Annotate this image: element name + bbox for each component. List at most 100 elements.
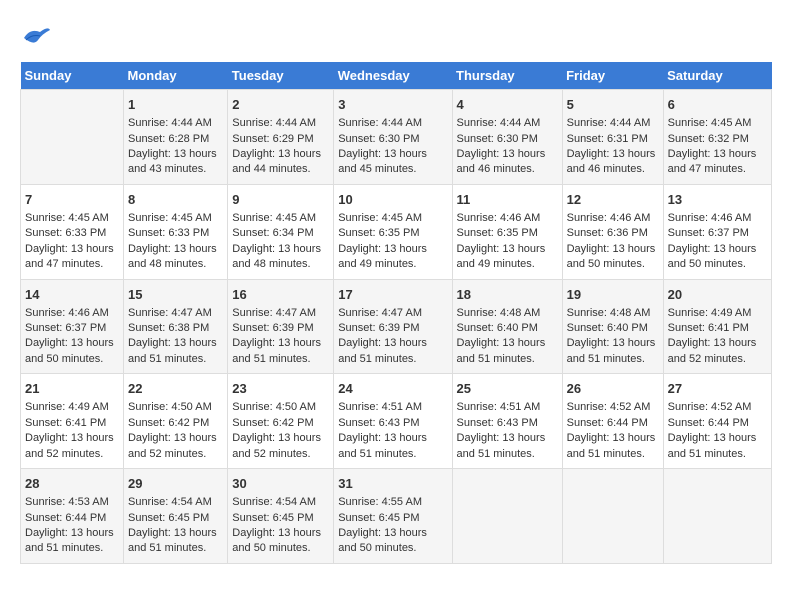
sunrise-text: Sunrise: 4:52 AM — [567, 400, 659, 415]
sunrise-text: Sunrise: 4:47 AM — [338, 306, 447, 321]
calendar-cell: 10Sunrise: 4:45 AMSunset: 6:35 PMDayligh… — [334, 184, 452, 279]
daylight-text: Daylight: 13 hours and 50 minutes. — [232, 526, 329, 557]
sunset-text: Sunset: 6:44 PM — [567, 416, 659, 431]
calendar-cell: 4Sunrise: 4:44 AMSunset: 6:30 PMDaylight… — [452, 90, 562, 185]
day-number: 3 — [338, 96, 447, 114]
daylight-text: Daylight: 13 hours and 51 minutes. — [338, 431, 447, 462]
calendar-cell: 19Sunrise: 4:48 AMSunset: 6:40 PMDayligh… — [562, 279, 663, 374]
calendar-week-0: 1Sunrise: 4:44 AMSunset: 6:28 PMDaylight… — [21, 90, 772, 185]
sunset-text: Sunset: 6:30 PM — [457, 132, 558, 147]
logo — [20, 20, 56, 52]
calendar-cell: 31Sunrise: 4:55 AMSunset: 6:45 PMDayligh… — [334, 469, 452, 564]
daylight-text: Daylight: 13 hours and 50 minutes. — [668, 242, 767, 273]
sunset-text: Sunset: 6:41 PM — [668, 321, 767, 336]
sunset-text: Sunset: 6:37 PM — [668, 226, 767, 241]
calendar-cell: 6Sunrise: 4:45 AMSunset: 6:32 PMDaylight… — [663, 90, 771, 185]
day-number: 2 — [232, 96, 329, 114]
day-number: 22 — [128, 380, 223, 398]
daylight-text: Daylight: 13 hours and 52 minutes. — [128, 431, 223, 462]
day-number: 9 — [232, 191, 329, 209]
daylight-text: Daylight: 13 hours and 48 minutes. — [232, 242, 329, 273]
daylight-text: Daylight: 13 hours and 51 minutes. — [338, 336, 447, 367]
sunset-text: Sunset: 6:30 PM — [338, 132, 447, 147]
sunrise-text: Sunrise: 4:44 AM — [567, 116, 659, 131]
sunset-text: Sunset: 6:44 PM — [25, 511, 119, 526]
sunrise-text: Sunrise: 4:51 AM — [338, 400, 447, 415]
sunrise-text: Sunrise: 4:49 AM — [25, 400, 119, 415]
calendar-week-1: 7 Sunrise: 4:45 AM Sunset: 6:33 PM Daylight… — [21, 184, 772, 279]
sunset-text: Sunset: 6:39 PM — [232, 321, 329, 336]
calendar-cell: 14Sunrise: 4:46 AMSunset: 6:37 PMDayligh… — [21, 279, 124, 374]
calendar-cell — [663, 469, 771, 564]
daylight-text: Daylight: 13 hours and 49 minutes. — [338, 242, 447, 273]
daylight-text: Daylight: 13 hours and 52 minutes. — [232, 431, 329, 462]
day-number: 6 — [668, 96, 767, 114]
calendar-cell: 15 Sunrise: 4:47 AMSunset: 6:38 PMDayligh… — [123, 279, 227, 374]
calendar-cell: 26Sunrise: 4:52 AMSunset: 6:44 PMDayligh… — [562, 374, 663, 469]
calendar-cell: 23Sunrise: 4:50 AMSunset: 6:42 PMDayligh… — [228, 374, 334, 469]
sunset-text: Sunset: 6:43 PM — [338, 416, 447, 431]
calendar-cell: 24Sunrise: 4:51 AMSunset: 6:43 PMDayligh… — [334, 374, 452, 469]
sunrise-text: Sunrise: 4:48 AM — [457, 306, 558, 321]
day-number: 18 — [457, 286, 558, 304]
day-number: 1 — [128, 96, 223, 114]
calendar-cell: 8Sunrise: 4:45 AMSunset: 6:33 PMDaylight… — [123, 184, 227, 279]
daylight-text: Daylight: 13 hours and 51 minutes. — [232, 336, 329, 367]
sunset-text: Sunset: 6:43 PM — [457, 416, 558, 431]
page-header — [20, 20, 772, 52]
day-number: 21 — [25, 380, 119, 398]
sunset-text: Sunset: 6:33 PM — [25, 226, 119, 241]
daylight-text: Daylight: 13 hours and 51 minutes. — [128, 336, 223, 367]
daylight-text: Daylight: 13 hours and 49 minutes. — [457, 242, 558, 273]
sunset-text: Sunset: 6:42 PM — [128, 416, 223, 431]
sunset-text: Sunset: 6:44 PM — [668, 416, 767, 431]
sunrise-text: Sunrise: 4:44 AM — [232, 116, 329, 131]
sunrise-text: Sunrise: 4:47 AM — [232, 306, 329, 321]
sunset-text: Sunset: 6:38 PM — [128, 321, 223, 336]
sunrise-text: Sunrise: 4:53 AM — [25, 495, 119, 510]
sunrise-text: Sunrise: 4:54 AM — [128, 495, 223, 510]
daylight-text: Daylight: 13 hours and 46 minutes. — [567, 147, 659, 178]
sunrise-text: Sunrise: 4:45 AM — [128, 211, 223, 226]
day-number: 26 — [567, 380, 659, 398]
sunset-text: Sunset: 6:42 PM — [232, 416, 329, 431]
calendar-week-2: 14Sunrise: 4:46 AMSunset: 6:37 PMDayligh… — [21, 279, 772, 374]
sunrise-text: Sunrise: 4:46 AM — [668, 211, 767, 226]
daylight-text: Daylight: 13 hours and 48 minutes. — [128, 242, 223, 273]
sunrise-text: Sunrise: 4:49 AM — [668, 306, 767, 321]
daylight-text: Daylight: 13 hours and 51 minutes. — [567, 336, 659, 367]
day-number: 11 — [457, 191, 558, 209]
daylight-text: Daylight: 13 hours and 43 minutes. — [128, 147, 223, 178]
day-number: 25 — [457, 380, 558, 398]
sunset-text: Sunset: 6:45 PM — [338, 511, 447, 526]
calendar-cell: 13Sunrise: 4:46 AMSunset: 6:37 PMDayligh… — [663, 184, 771, 279]
daylight-text: Daylight: 13 hours and 50 minutes. — [338, 526, 447, 557]
calendar-table: SundayMondayTuesdayWednesdayThursdayFrid… — [20, 62, 772, 564]
day-number: 14 — [25, 286, 119, 304]
daylight-text: Daylight: 13 hours and 45 minutes. — [338, 147, 447, 178]
sunrise-text: Sunrise: 4:47 AM — [128, 306, 223, 321]
calendar-cell: 3 Sunrise: 4:44 AMSunset: 6:30 PMDaylight… — [334, 90, 452, 185]
sunrise-text: Sunrise: 4:46 AM — [567, 211, 659, 226]
calendar-cell — [21, 90, 124, 185]
header-monday: Monday — [123, 62, 227, 90]
sunrise-text: Sunrise: 4:45 AM — [668, 116, 767, 131]
calendar-cell: 20Sunrise: 4:49 AMSunset: 6:41 PMDayligh… — [663, 279, 771, 374]
sunset-text: Sunset: 6:41 PM — [25, 416, 119, 431]
sunrise-text: Sunrise: 4:48 AM — [567, 306, 659, 321]
daylight-text: Daylight: 13 hours and 51 minutes. — [457, 431, 558, 462]
sunrise-text: Sunrise: 4:44 AM — [128, 116, 223, 131]
calendar-cell: 27Sunrise: 4:52 AMSunset: 6:44 PMDayligh… — [663, 374, 771, 469]
day-number: 15 — [128, 286, 223, 304]
calendar-week-4: 28Sunrise: 4:53 AMSunset: 6:44 PMDayligh… — [21, 469, 772, 564]
day-number: 12 — [567, 191, 659, 209]
day-number: 7 — [25, 191, 119, 209]
calendar-body: 1Sunrise: 4:44 AMSunset: 6:28 PMDaylight… — [21, 90, 772, 564]
calendar-cell: 12Sunrise: 4:46 AMSunset: 6:36 PMDayligh… — [562, 184, 663, 279]
day-number: 19 — [567, 286, 659, 304]
day-number: 20 — [668, 286, 767, 304]
day-number: 4 — [457, 96, 558, 114]
calendar-cell: 17Sunrise: 4:47 AMSunset: 6:39 PMDayligh… — [334, 279, 452, 374]
sunrise-text: Sunrise: 4:44 AM — [338, 116, 447, 131]
day-number: 16 — [232, 286, 329, 304]
